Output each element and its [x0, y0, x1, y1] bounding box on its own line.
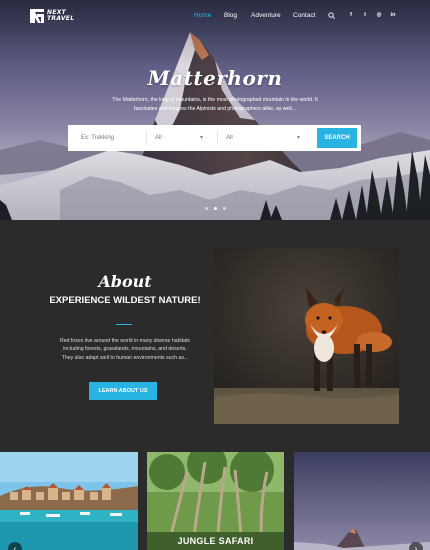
nav-item-adventure[interactable]: Adventure [251, 12, 293, 19]
search-divider [217, 131, 218, 145]
chevron-right-icon[interactable]: › [409, 542, 423, 550]
keyword-input[interactable]: Ex: Trekking [81, 125, 141, 151]
about-script-title: About [98, 272, 152, 291]
top-navbar: NEXT TRAVEL Home Blog Adventure Contact … [0, 0, 430, 32]
destination-card[interactable]: › [294, 452, 430, 550]
destination-card[interactable]: JUNGLE SAFARI [147, 452, 284, 550]
social-links: f t ◎ in [344, 12, 400, 18]
search-icon[interactable] [328, 12, 335, 19]
slider-pagination [0, 207, 430, 210]
hero-description: The Matterhorn, the king of mountains, i… [112, 97, 318, 112]
slider-dot[interactable] [222, 207, 226, 210]
about-text: Red foxes live around the world in many … [59, 338, 191, 361]
hero-slider: NEXT TRAVEL Home Blog Adventure Contact … [0, 0, 430, 220]
fox-image [214, 248, 399, 424]
twitter-icon[interactable]: t [358, 12, 372, 18]
chevron-down-icon: ▾ [297, 135, 301, 141]
card-title: JUNGLE SAFARI [177, 536, 254, 546]
linkedin-icon[interactable]: in [386, 12, 400, 18]
about-heading: EXPERIENCE WILDEST NATURE! [49, 295, 201, 306]
search-divider [146, 131, 147, 145]
destination-cards: ‹ JUNGLE SAFARI › [0, 452, 430, 550]
slider-dot[interactable] [204, 207, 208, 210]
chevron-left-icon[interactable]: ‹ [8, 542, 22, 550]
instagram-icon[interactable]: ◎ [372, 12, 386, 18]
main-menu: Home Blog Adventure Contact [192, 12, 323, 19]
hero-title: Matterhorn [147, 66, 283, 90]
nav-item-contact[interactable]: Contact [293, 12, 323, 19]
destination-card[interactable]: ‹ [0, 452, 138, 550]
accent-divider [116, 324, 132, 325]
nt-logo-icon [30, 9, 44, 23]
nav-item-home[interactable]: Home [194, 12, 224, 19]
brand-logo[interactable]: NEXT TRAVEL [30, 9, 74, 23]
location-select[interactable]: All [226, 125, 276, 151]
brand-name: NEXT TRAVEL [47, 10, 74, 22]
facebook-icon[interactable]: f [344, 12, 358, 18]
slider-dot-active[interactable] [213, 207, 217, 210]
search-button[interactable]: SEARCH [317, 128, 357, 148]
brand-name-line2: TRAVEL [47, 15, 75, 22]
harbor-image [0, 452, 138, 550]
category-select[interactable]: All [155, 125, 205, 151]
mountain-dusk-image [294, 452, 430, 550]
chevron-down-icon: ▾ [200, 135, 204, 141]
nav-item-blog[interactable]: Blog [224, 12, 251, 19]
learn-about-us-button[interactable]: LEARN ABOUT US [89, 382, 157, 400]
